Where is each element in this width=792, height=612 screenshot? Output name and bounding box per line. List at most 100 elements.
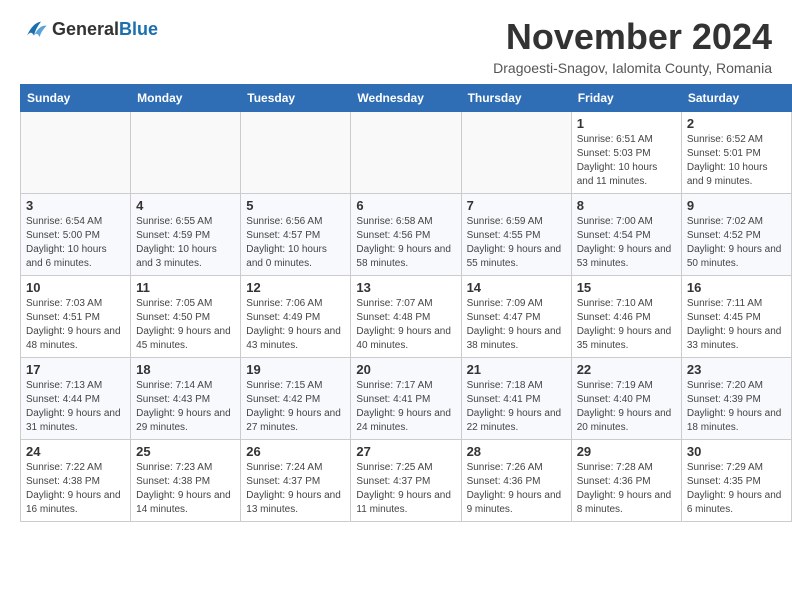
day-number: 8 [577, 198, 676, 213]
day-info: Sunrise: 6:56 AM Sunset: 4:57 PM Dayligh… [246, 215, 345, 271]
calendar-wrapper: SundayMondayTuesdayWednesdayThursdayFrid… [0, 84, 792, 532]
day-number: 27 [356, 444, 455, 459]
weekday-header-row: SundayMondayTuesdayWednesdayThursdayFrid… [21, 85, 792, 112]
calendar-week-5: 24 Sunrise: 7:22 AM Sunset: 4:38 PM Dayli… [21, 440, 792, 522]
calendar-cell: 5 Sunrise: 6:56 AM Sunset: 4:57 PM Daylig… [241, 194, 351, 276]
calendar-cell: 16 Sunrise: 7:11 AM Sunset: 4:45 PM Dayli… [681, 276, 791, 358]
calendar-cell: 18Sunrise: 7:14 AM Sunset: 4:43 PM Dayli… [131, 358, 241, 440]
day-number: 7 [467, 198, 566, 213]
day-info: Sunrise: 7:18 AM Sunset: 4:41 PM Dayligh… [467, 379, 566, 435]
logo-icon [20, 16, 48, 44]
day-info: Sunrise: 7:25 AM Sunset: 4:37 PM Dayligh… [356, 461, 455, 517]
weekday-header-saturday: Saturday [681, 85, 791, 112]
day-number: 10 [26, 280, 125, 295]
calendar-cell: 10 Sunrise: 7:03 AM Sunset: 4:51 PM Dayli… [21, 276, 131, 358]
day-number: 3 [26, 198, 125, 213]
page-header: General Blue November 2024 Dragoesti-Sna… [0, 0, 792, 84]
calendar-week-3: 10 Sunrise: 7:03 AM Sunset: 4:51 PM Dayli… [21, 276, 792, 358]
calendar-cell: 27 Sunrise: 7:25 AM Sunset: 4:37 PM Dayli… [351, 440, 461, 522]
day-info: Sunrise: 7:20 AM Sunset: 4:39 PM Dayligh… [687, 379, 786, 435]
weekday-header-sunday: Sunday [21, 85, 131, 112]
day-info: Sunrise: 7:00 AM Sunset: 4:54 PM Dayligh… [577, 215, 676, 271]
logo: General Blue [20, 16, 158, 44]
calendar-cell: 4 Sunrise: 6:55 AM Sunset: 4:59 PM Daylig… [131, 194, 241, 276]
logo-text: General Blue [52, 20, 158, 40]
calendar-cell: 25 Sunrise: 7:23 AM Sunset: 4:38 PM Dayli… [131, 440, 241, 522]
day-number: 17 [26, 362, 125, 377]
calendar-cell [21, 112, 131, 194]
day-number: 29 [577, 444, 676, 459]
day-info: Sunrise: 7:05 AM Sunset: 4:50 PM Dayligh… [136, 297, 235, 353]
calendar-cell: 30 Sunrise: 7:29 AM Sunset: 4:35 PM Dayli… [681, 440, 791, 522]
day-number: 4 [136, 198, 235, 213]
day-info: Sunrise: 7:26 AM Sunset: 4:36 PM Dayligh… [467, 461, 566, 517]
calendar-cell: 1 Sunrise: 6:51 AM Sunset: 5:03 PM Daylig… [571, 112, 681, 194]
day-number: 28 [467, 444, 566, 459]
calendar-cell [461, 112, 571, 194]
day-info: Sunrise: 7:13 AM Sunset: 4:44 PM Dayligh… [26, 379, 125, 435]
weekday-header-thursday: Thursday [461, 85, 571, 112]
calendar-cell: 23Sunrise: 7:20 AM Sunset: 4:39 PM Dayli… [681, 358, 791, 440]
location: Dragoesti-Snagov, Ialomita County, Roman… [493, 60, 772, 76]
day-info: Sunrise: 7:17 AM Sunset: 4:41 PM Dayligh… [356, 379, 455, 435]
day-number: 11 [136, 280, 235, 295]
weekday-header-wednesday: Wednesday [351, 85, 461, 112]
day-number: 19 [246, 362, 345, 377]
day-info: Sunrise: 7:23 AM Sunset: 4:38 PM Dayligh… [136, 461, 235, 517]
day-number: 25 [136, 444, 235, 459]
day-info: Sunrise: 7:10 AM Sunset: 4:46 PM Dayligh… [577, 297, 676, 353]
day-number: 2 [687, 116, 786, 131]
day-number: 9 [687, 198, 786, 213]
calendar-cell: 17 Sunrise: 7:13 AM Sunset: 4:44 PM Dayli… [21, 358, 131, 440]
day-number: 14 [467, 280, 566, 295]
day-number: 12 [246, 280, 345, 295]
day-number: 5 [246, 198, 345, 213]
calendar-week-2: 3 Sunrise: 6:54 AM Sunset: 5:00 PM Daylig… [21, 194, 792, 276]
day-info: Sunrise: 6:58 AM Sunset: 4:56 PM Dayligh… [356, 215, 455, 271]
day-number: 1 [577, 116, 676, 131]
day-info: Sunrise: 6:52 AM Sunset: 5:01 PM Dayligh… [687, 133, 786, 189]
day-number: 22 [577, 362, 676, 377]
day-info: Sunrise: 6:54 AM Sunset: 5:00 PM Dayligh… [26, 215, 125, 271]
day-number: 21 [467, 362, 566, 377]
day-info: Sunrise: 7:22 AM Sunset: 4:38 PM Dayligh… [26, 461, 125, 517]
calendar-cell: 28 Sunrise: 7:26 AM Sunset: 4:36 PM Dayli… [461, 440, 571, 522]
day-number: 15 [577, 280, 676, 295]
month-title: November 2024 [493, 16, 772, 58]
day-info: Sunrise: 7:19 AM Sunset: 4:40 PM Dayligh… [577, 379, 676, 435]
calendar-week-4: 17 Sunrise: 7:13 AM Sunset: 4:44 PM Dayli… [21, 358, 792, 440]
day-number: 13 [356, 280, 455, 295]
day-info: Sunrise: 7:24 AM Sunset: 4:37 PM Dayligh… [246, 461, 345, 517]
calendar-week-1: 1 Sunrise: 6:51 AM Sunset: 5:03 PM Daylig… [21, 112, 792, 194]
calendar-cell: 20Sunrise: 7:17 AM Sunset: 4:41 PM Dayli… [351, 358, 461, 440]
day-number: 24 [26, 444, 125, 459]
weekday-header-tuesday: Tuesday [241, 85, 351, 112]
day-info: Sunrise: 7:03 AM Sunset: 4:51 PM Dayligh… [26, 297, 125, 353]
calendar-cell: 15 Sunrise: 7:10 AM Sunset: 4:46 PM Dayli… [571, 276, 681, 358]
calendar-cell [241, 112, 351, 194]
calendar-header: SundayMondayTuesdayWednesdayThursdayFrid… [21, 85, 792, 112]
day-number: 6 [356, 198, 455, 213]
day-info: Sunrise: 6:51 AM Sunset: 5:03 PM Dayligh… [577, 133, 676, 189]
day-info: Sunrise: 6:55 AM Sunset: 4:59 PM Dayligh… [136, 215, 235, 271]
calendar-cell: 7 Sunrise: 6:59 AM Sunset: 4:55 PM Daylig… [461, 194, 571, 276]
calendar-cell: 13Sunrise: 7:07 AM Sunset: 4:48 PM Dayli… [351, 276, 461, 358]
calendar-cell: 19Sunrise: 7:15 AM Sunset: 4:42 PM Dayli… [241, 358, 351, 440]
calendar-cell: 8 Sunrise: 7:00 AM Sunset: 4:54 PM Daylig… [571, 194, 681, 276]
calendar-cell: 14Sunrise: 7:09 AM Sunset: 4:47 PM Dayli… [461, 276, 571, 358]
calendar-cell: 29Sunrise: 7:28 AM Sunset: 4:36 PM Dayli… [571, 440, 681, 522]
weekday-header-friday: Friday [571, 85, 681, 112]
calendar-cell: 26Sunrise: 7:24 AM Sunset: 4:37 PM Dayli… [241, 440, 351, 522]
calendar-cell: 24 Sunrise: 7:22 AM Sunset: 4:38 PM Dayli… [21, 440, 131, 522]
day-info: Sunrise: 7:02 AM Sunset: 4:52 PM Dayligh… [687, 215, 786, 271]
calendar-cell: 6 Sunrise: 6:58 AM Sunset: 4:56 PM Daylig… [351, 194, 461, 276]
calendar-cell: 12Sunrise: 7:06 AM Sunset: 4:49 PM Dayli… [241, 276, 351, 358]
day-info: Sunrise: 7:11 AM Sunset: 4:45 PM Dayligh… [687, 297, 786, 353]
day-number: 30 [687, 444, 786, 459]
day-info: Sunrise: 7:29 AM Sunset: 4:35 PM Dayligh… [687, 461, 786, 517]
calendar-cell: 3 Sunrise: 6:54 AM Sunset: 5:00 PM Daylig… [21, 194, 131, 276]
day-number: 16 [687, 280, 786, 295]
day-info: Sunrise: 6:59 AM Sunset: 4:55 PM Dayligh… [467, 215, 566, 271]
calendar-cell: 9 Sunrise: 7:02 AM Sunset: 4:52 PM Daylig… [681, 194, 791, 276]
calendar-cell: 21 Sunrise: 7:18 AM Sunset: 4:41 PM Dayli… [461, 358, 571, 440]
